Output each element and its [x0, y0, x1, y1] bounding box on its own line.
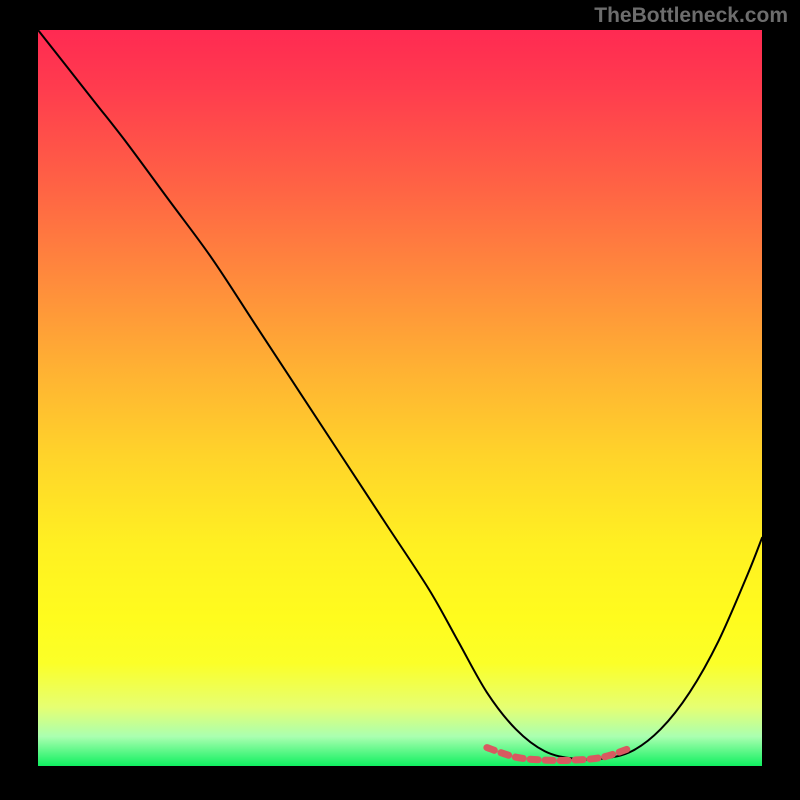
watermark-text: TheBottleneck.com	[594, 4, 788, 28]
plot-area	[38, 30, 762, 766]
bottleneck-curve	[38, 30, 762, 760]
curve-layer	[38, 30, 762, 766]
chart-container: TheBottleneck.com	[0, 0, 800, 800]
optimal-range-marker	[487, 748, 632, 761]
